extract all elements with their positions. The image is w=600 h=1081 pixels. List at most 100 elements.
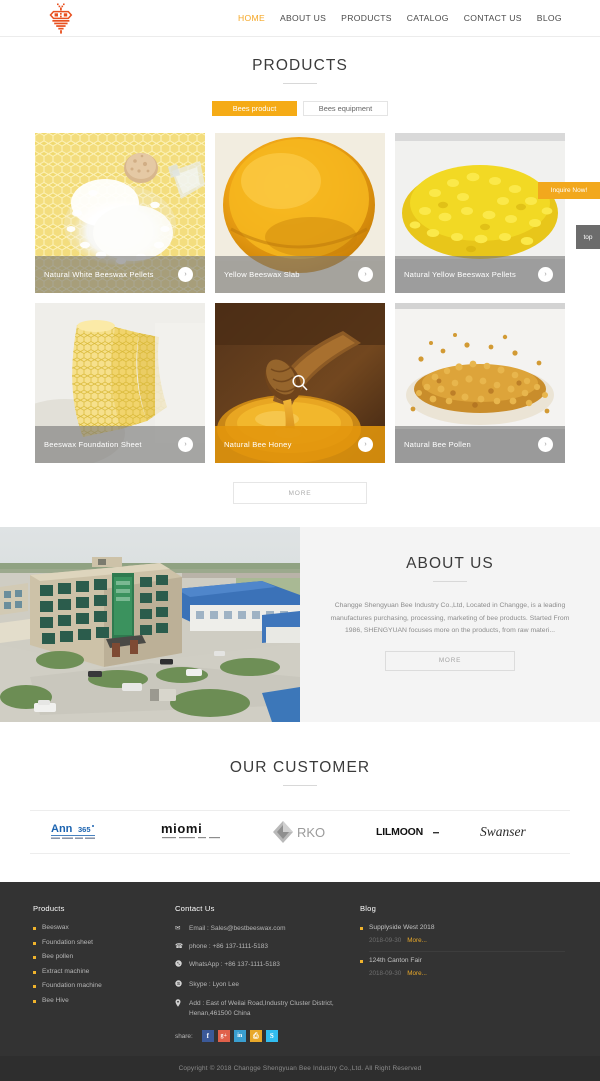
bullet-icon [33, 927, 36, 930]
about-section: ABOUT US Changge Shengyuan Bee Industry … [0, 527, 600, 722]
product-grid: Natural White Beeswax Pellets › Yellow B… [35, 133, 565, 463]
footer-list-item[interactable]: Bee pollen [33, 953, 175, 960]
site-header: HOME ABOUT US PRODUCTS CATALOG CONTACT U… [0, 0, 600, 37]
ann365-logo[interactable]: Ann 365 [30, 810, 138, 854]
product-card[interactable]: Natural White Beeswax Pellets › [35, 133, 205, 293]
tab-bees-product[interactable]: Bees product [212, 101, 297, 116]
tab-bees-equipment[interactable]: Bees equipment [303, 101, 388, 116]
main-nav: HOME ABOUT US PRODUCTS CATALOG CONTACT U… [238, 13, 562, 23]
footer-list-item[interactable]: Bee Hive [33, 997, 175, 1004]
product-card[interactable]: Yellow Beeswax Slab › [215, 133, 385, 293]
svg-text:RKO: RKO [297, 825, 325, 840]
blog-title-text: 124th Canton Fair [369, 957, 422, 964]
chevron-right-icon[interactable]: › [358, 267, 373, 282]
miomi-logo[interactable]: miomi [138, 810, 246, 854]
contact-address-row: Add : East of Weilai Road,Industry Clust… [175, 999, 355, 1019]
contact-skype-row[interactable]: S Skype : Lyon Lee [175, 979, 355, 991]
factory-aerial-photo [0, 527, 300, 722]
about-title: ABOUT US [406, 555, 494, 572]
site-footer: Products Beeswax Foundation sheet Bee po… [0, 882, 600, 1056]
product-card[interactable]: Beeswax Foundation Sheet › [35, 303, 205, 463]
nav-item-blog[interactable]: BLOG [537, 13, 562, 23]
bullet-icon [33, 985, 36, 988]
chevron-right-icon[interactable]: › [538, 267, 553, 282]
product-card-label: Yellow Beeswax Slab › [215, 256, 385, 293]
title-divider [433, 581, 467, 582]
chevron-right-icon[interactable]: › [358, 437, 373, 452]
footer-blog-heading: Blog [360, 904, 376, 913]
bullet-icon [33, 970, 36, 974]
google-plus-icon[interactable]: g+ [217, 1030, 230, 1042]
linkedin-icon[interactable]: in [233, 1030, 246, 1042]
customer-logo-strip: Ann 365 miomi RKO LILMOON Swanser [30, 810, 570, 854]
chevron-right-icon[interactable]: › [178, 437, 193, 452]
footer-link-label: Extract machine [42, 967, 90, 975]
whatsapp-icon [175, 960, 184, 971]
bee-logo-icon[interactable] [44, 2, 78, 36]
swanser-logo[interactable]: Swanser [462, 810, 570, 854]
bee-logo-svg [49, 3, 73, 34]
blog-title-text: Supplyside West 2018 [369, 924, 435, 931]
product-card-label: Natural Yellow Beeswax Pellets › [395, 256, 565, 293]
blog-more-link[interactable]: More... [407, 970, 427, 977]
bullet-icon [33, 999, 36, 1003]
share-label: share: [175, 1032, 193, 1040]
svg-text:Ann: Ann [51, 823, 73, 835]
blog-meta: 2018-09-30 More... [369, 937, 565, 952]
product-card[interactable]: Natural Bee Honey › [215, 303, 385, 463]
about-description: Changge Shengyuan Bee Industry Co.,Ltd, … [330, 602, 570, 635]
rko-logo[interactable]: RKO [246, 810, 354, 854]
contact-phone-row[interactable]: ☎ phone : +86 137-1111-5183 [175, 942, 355, 952]
search-icon[interactable] [291, 374, 309, 392]
chevron-right-icon[interactable]: › [538, 437, 553, 452]
footer-link-label: Foundation sheet [42, 938, 93, 946]
skype-share-icon[interactable]: S [265, 1030, 278, 1042]
product-name: Beeswax Foundation Sheet [44, 440, 142, 449]
blog-more-link[interactable]: More... [407, 937, 427, 944]
chevron-right-icon[interactable]: › [178, 267, 193, 282]
contact-email-row[interactable]: ✉ Email : Sales@bestbeeswax.com [175, 924, 355, 934]
footer-list-item[interactable]: Foundation machine [33, 982, 175, 989]
blog-title-row[interactable]: Supplyside West 2018 [360, 924, 565, 931]
inquire-now-button[interactable]: Inquire Now! [538, 182, 600, 199]
product-card-label: Beeswax Foundation Sheet › [35, 426, 205, 463]
svg-text:365: 365 [78, 825, 91, 834]
nav-item-home[interactable]: HOME [238, 13, 265, 23]
lilmoon-logo[interactable]: LILMOON [354, 810, 462, 854]
contact-address-text: Add : East of Weilai Road,Industry Clust… [189, 999, 334, 1017]
svg-text:Swanser: Swanser [480, 824, 527, 839]
blog-meta: 2018-09-30 More... [369, 970, 565, 984]
nav-item-contact-us[interactable]: CONTACT US [464, 13, 522, 23]
product-card[interactable]: Natural Yellow Beeswax Pellets › [395, 133, 565, 293]
footer-list-item[interactable]: Extract machine [33, 968, 175, 975]
product-card[interactable]: Natural Bee Pollen › [395, 303, 565, 463]
facebook-icon[interactable]: f [201, 1030, 214, 1042]
product-name: Yellow Beeswax Slab [224, 270, 300, 279]
blog-title-row[interactable]: 124th Canton Fair [360, 957, 565, 964]
bullet-icon [33, 956, 36, 959]
title-divider [283, 785, 317, 786]
footer-link-label: Foundation machine [42, 982, 102, 989]
nav-item-about-us[interactable]: ABOUT US [280, 13, 326, 23]
footer-contact-heading: Contact Us [175, 904, 215, 913]
title-divider [283, 83, 317, 84]
contact-whatsapp-row[interactable]: WhatsApp : +86 137-1111-5183 [175, 960, 355, 971]
products-more-button[interactable]: MORE [233, 482, 367, 504]
products-title: PRODUCTS [252, 57, 348, 74]
nav-item-catalog[interactable]: CATALOG [407, 13, 449, 23]
envelope-icon: ✉ [175, 925, 181, 932]
skype-icon: S [175, 979, 184, 991]
footer-list-item[interactable]: Foundation sheet [33, 939, 175, 946]
blog-date: 2018-09-30 [369, 937, 402, 944]
about-more-button[interactable]: MORE [385, 650, 515, 671]
contact-whatsapp-text: WhatsApp : +86 137-1111-5183 [189, 961, 280, 969]
contact-phone-text: phone : +86 137-1111-5183 [189, 943, 268, 951]
footer-list-item[interactable]: Beeswax [33, 924, 175, 931]
copyright-bar: Copyright © 2018 Changge Shengyuan Bee I… [0, 1056, 600, 1081]
product-name: Natural Bee Honey [224, 440, 292, 449]
scroll-to-top-button[interactable]: top [576, 225, 600, 249]
nav-item-products[interactable]: PRODUCTS [341, 13, 392, 23]
print-icon[interactable]: ⎙ [249, 1030, 262, 1042]
footer-blog-column: Blog Supplyside West 2018 2018-09-30 Mor… [355, 904, 565, 1042]
product-name: Natural Yellow Beeswax Pellets [404, 270, 516, 279]
